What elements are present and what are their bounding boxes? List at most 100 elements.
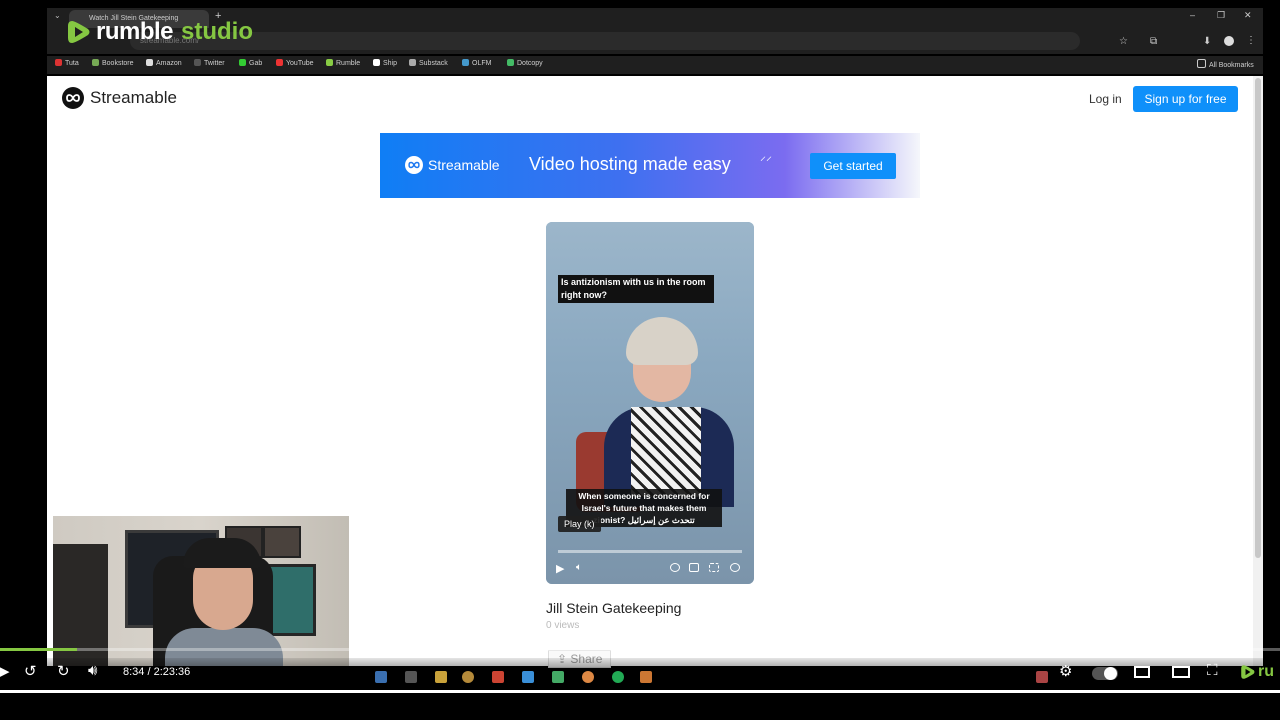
restore-icon[interactable]: ❐ [1217,10,1225,21]
bookmark-ship[interactable]: Ship [373,59,397,67]
tab-list-chevron-icon[interactable]: ⌄ [54,11,61,20]
bookmark-favicon [92,59,99,66]
bookmark-label: OLFM [472,60,492,67]
bookmark-favicon [409,59,416,66]
play-icon[interactable]: ▶ [0,662,10,680]
bookmark-favicon [55,59,62,66]
all-bookmarks[interactable]: All Bookmarks [1197,59,1254,69]
sparkle-icon: ⸝⸝ [760,149,773,163]
bookmark-favicon [276,59,283,66]
video-views: 0 views [546,620,580,631]
bookmark-gab[interactable]: Gab [239,59,262,67]
bookmark-dotcopy[interactable]: Dotcopy [507,59,543,67]
get-started-button[interactable]: Get started [810,153,896,179]
bookmark-favicon [326,59,333,66]
player-progress-bar[interactable] [0,648,1280,651]
divider-line [0,690,1280,693]
taskbar-tray-icon [1036,671,1048,683]
bookmark-olfm[interactable]: OLFM [462,59,491,67]
taskbar-app-icon [552,671,564,683]
rumble-player-frame: ⌄ Watch Jill Stein Gatekeeping + streama… [0,0,1280,720]
video-pip-icon[interactable] [689,563,699,572]
profile-avatar[interactable] [1224,36,1234,46]
close-window-icon[interactable]: ✕ [1244,10,1252,21]
bookmark-favicon [373,59,380,66]
video-fullscreen-icon[interactable] [709,563,719,572]
webcam-person-cap [183,538,261,568]
volume-icon[interactable]: 🔊︎ [88,662,97,679]
minimize-icon[interactable]: – [1190,10,1195,20]
all-bookmarks-label: All Bookmarks [1209,62,1254,69]
scrollbar-thumb[interactable] [1255,78,1261,558]
more-menu-icon[interactable]: ⋮ [1246,35,1256,46]
rumble-studio-logo: rumble studio [66,18,253,46]
autoplay-toggle-knob[interactable] [1104,667,1117,680]
bookmark-label: Rumble [336,60,361,67]
video-caption-top: Is antizionism with us in the room right… [558,275,714,303]
bookmark-youtube[interactable]: YouTube [276,59,314,67]
banner-logo: Streamable [405,156,500,174]
webcam-picture-frame [263,526,301,558]
bookmark-favicon [146,59,153,66]
bookmark-label: YouTube [286,60,314,67]
bookmark-label: Gab [249,60,263,67]
bookmark-twitter[interactable]: Twitter [194,59,225,67]
rumble-play-icon [68,21,90,43]
streamable-logo[interactable]: Streamable [62,87,177,109]
extensions-icon[interactable]: ⧉ [1150,36,1157,47]
banner-tagline: Video hosting made easy [529,154,731,174]
bookmark-favicon [239,59,246,66]
signup-button[interactable]: Sign up for free [1133,86,1238,112]
video-settings-icon[interactable] [670,563,680,572]
play-tooltip: Play (k) [558,516,601,532]
player-progress-fill [0,648,77,651]
bookmark-label: Substack [419,60,448,67]
player-time: 8:34 / 2:23:36 [123,666,191,678]
bookmark-favicon [462,59,469,66]
download-icon[interactable]: ⬇ [1203,36,1211,47]
bookmark-tuta[interactable]: Tuta [55,59,79,67]
streamable-icon [405,156,423,174]
taskbar-chrome-icon [582,671,594,683]
forward-icon[interactable]: ↻ [57,662,70,680]
video-play-icon[interactable]: ▶ [556,562,564,575]
video-player[interactable]: Is antizionism with us in the room right… [546,222,754,584]
login-link[interactable]: Log in [1089,92,1122,106]
taskbar-app-icon [462,671,474,683]
bookmark-favicon [507,59,514,66]
banner-logo-text: Streamable [428,157,500,173]
settings-gear-icon[interactable]: ⚙ [1059,662,1072,680]
taskbar-app-icon [640,671,652,683]
streamable-wordmark: Streamable [90,88,177,107]
star-icon[interactable]: ☆ [1119,36,1128,47]
bookmark-favicon [194,59,201,66]
bookmark-label: Bookstore [102,60,134,67]
taskbar-folder-icon [435,671,447,683]
bookmark-bookstore[interactable]: Bookstore [92,59,134,67]
rewind-icon[interactable]: ↺ [24,662,37,680]
bookmark-rumble[interactable]: Rumble [326,59,360,67]
webcam-overlay [53,516,349,666]
rumble-brand-mark[interactable]: ru [1240,663,1274,681]
taskbar-whatsapp-icon [612,671,624,683]
bookmark-label: Ship [383,60,398,67]
fullscreen-icon[interactable]: ⛶ [1207,662,1218,679]
bookmarks-bar: Tuta Bookstore Amazon Twitter Gab YouTub… [47,56,1263,74]
bookmark-substack[interactable]: Substack [409,59,448,67]
taskbar-app-icon [375,671,387,683]
rumble-brand-text: ru [1258,663,1274,680]
video-streamable-icon[interactable] [730,563,740,572]
taskbar-app-icon [405,671,417,683]
bookmark-label: Tuta [65,60,79,67]
bookmark-amazon[interactable]: Amazon [146,59,182,67]
streamable-icon [62,87,84,109]
video-volume-icon[interactable]: 🔈︎ [576,562,582,573]
rumble-play-icon [1241,665,1255,679]
miniplayer-icon[interactable] [1134,666,1150,678]
address-bar[interactable]: streamable.com/ [130,32,1080,50]
rumble-wordmark: rumble [96,18,174,45]
video-progress-bar[interactable] [558,550,742,553]
theater-mode-icon[interactable] [1172,666,1190,678]
taskbar-app-icon [492,671,504,683]
bookmark-label: Dotcopy [517,60,543,67]
